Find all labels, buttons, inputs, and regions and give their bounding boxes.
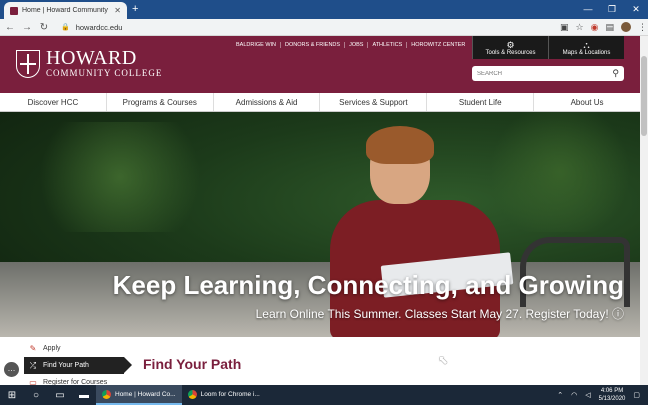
- shield-logo-icon: [16, 49, 40, 78]
- taskbar-app-chrome-howard[interactable]: Home | Howard Co...: [96, 385, 182, 405]
- notifications-icon[interactable]: ▢: [633, 391, 640, 399]
- page-scrollbar[interactable]: [640, 36, 648, 385]
- taskbar-app-label: Home | Howard Co...: [115, 390, 176, 398]
- panel-title: Find Your Path: [143, 356, 242, 372]
- hero-title: Keep Learning, Connecting, and Growing: [112, 270, 624, 300]
- hero-banner: Keep Learning, Connecting, and Growing L…: [0, 112, 640, 337]
- nav-item-student-life[interactable]: Student Life: [427, 93, 535, 111]
- college-logo[interactable]: HOWARD COMMUNITY COLLEGE: [16, 47, 163, 78]
- clock-date: 5/13/2020: [598, 396, 626, 402]
- utility-links: BALDRIGE WIN DONORS & FRIENDS JOBS ATHLE…: [232, 42, 469, 48]
- volume-icon[interactable]: ◁: [585, 391, 590, 399]
- scrollbar-thumb[interactable]: [641, 56, 647, 136]
- top-link[interactable]: DONORS & FRIENDS: [280, 42, 344, 48]
- maximize-button[interactable]: ❐: [600, 0, 624, 19]
- extension-icon[interactable]: ◉: [591, 22, 599, 33]
- top-link[interactable]: ATHLETICS: [367, 42, 406, 48]
- search-icon[interactable]: ⚲: [612, 68, 619, 79]
- tools-label: Tools & Resources: [485, 49, 536, 56]
- browser-toolbar: ← → ↻ 🔒 howardcc.edu ▣ ☆ ◉ ▤ ⋮: [0, 19, 648, 36]
- clock[interactable]: 4:06 PM 5/13/2020: [599, 387, 626, 403]
- address-bar[interactable]: 🔒 howardcc.edu: [57, 21, 552, 34]
- site-search: ⚲: [472, 66, 624, 81]
- chat-icon[interactable]: …: [4, 362, 19, 377]
- browser-extensions: ▣ ☆ ◉ ▤ ⋮: [560, 22, 647, 33]
- taskbar-app-loom[interactable]: Loom for Chrome i...: [182, 385, 266, 405]
- top-link[interactable]: JOBS: [344, 42, 367, 48]
- nav-item-admissions[interactable]: Admissions & Aid: [214, 93, 321, 111]
- window-controls: — ❐ ✕: [576, 0, 648, 19]
- windows-start-icon[interactable]: ⊞: [0, 390, 24, 401]
- file-explorer-icon[interactable]: ▬: [72, 390, 96, 401]
- system-tray: ⌃ ◠ ◁ 4:06 PM 5/13/2020 ▢: [557, 387, 648, 403]
- quick-links: ✎ Apply ⤮ Find Your Path ▭ Register for …: [24, 340, 124, 391]
- menu-dots-icon[interactable]: ⋮: [638, 22, 647, 33]
- nav-item-about[interactable]: About Us: [534, 93, 640, 111]
- mouse-cursor-icon: ⬉: [438, 353, 449, 367]
- task-view-icon[interactable]: ▭: [48, 390, 72, 401]
- chrome-icon: [187, 389, 197, 399]
- minimize-button[interactable]: —: [576, 0, 600, 19]
- top-link[interactable]: BALDRIGE WIN: [232, 42, 280, 48]
- search-icon[interactable]: ○: [24, 390, 48, 401]
- reload-icon[interactable]: ↻: [37, 22, 51, 33]
- logo-name: HOWARD: [46, 47, 137, 69]
- chrome-icon: [102, 389, 111, 399]
- edit-icon: ✎: [29, 344, 37, 353]
- maps-locations-button[interactable]: ⛬ Maps & Locations: [548, 36, 624, 59]
- camera-icon[interactable]: ▣: [560, 22, 569, 33]
- new-tab-button[interactable]: +: [132, 3, 138, 15]
- quick-link-label: Apply: [43, 345, 61, 352]
- search-input[interactable]: [477, 70, 597, 77]
- quick-link-find-path[interactable]: ⤮ Find Your Path: [24, 357, 124, 374]
- top-link[interactable]: HOROWITZ CENTER: [406, 42, 469, 48]
- quick-link-label: Find Your Path: [43, 362, 89, 369]
- show-hidden-icons-icon[interactable]: ⌃: [557, 391, 563, 399]
- profile-avatar[interactable]: [620, 22, 631, 32]
- site-favicon-icon: [10, 6, 18, 15]
- map-icon: ⛬: [583, 39, 590, 50]
- tools-resources-button[interactable]: ⚙ Tools & Resources: [472, 36, 548, 59]
- star-icon[interactable]: ☆: [576, 22, 584, 33]
- forward-arrow-icon[interactable]: →: [20, 22, 34, 33]
- site-header: HOWARD COMMUNITY COLLEGE BALDRIGE WIN DO…: [0, 36, 640, 93]
- hero-subtitle-link[interactable]: Learn Online This Summer. Classes Start …: [256, 305, 624, 322]
- close-window-button[interactable]: ✕: [624, 0, 648, 19]
- windows-taskbar: ⊞ ○ ▭ ▬ Home | Howard Co... Loom for Chr…: [0, 385, 648, 405]
- shuffle-icon: ⤮: [29, 360, 37, 370]
- taskbar-app-label: Loom for Chrome i...: [200, 390, 260, 398]
- active-indicator: [124, 357, 132, 373]
- back-arrow-icon[interactable]: ←: [3, 22, 17, 33]
- wifi-icon[interactable]: ◠: [571, 391, 577, 399]
- extension-icon[interactable]: ▤: [605, 22, 614, 33]
- gear-icon: ⚙: [506, 39, 515, 50]
- nav-item-programs[interactable]: Programs & Courses: [107, 93, 214, 111]
- address-url[interactable]: howardcc.edu: [76, 23, 123, 32]
- tools-menu: ⚙ Tools & Resources ⛬ Maps & Locations: [472, 36, 624, 59]
- quick-link-apply[interactable]: ✎ Apply: [24, 340, 124, 357]
- tab-title: Home | Howard Community Colle: [22, 7, 110, 14]
- tab-close-icon[interactable]: ✕: [114, 6, 121, 15]
- browser-tab-strip: Home | Howard Community Colle ✕ + — ❐ ✕: [0, 0, 648, 19]
- browser-tab[interactable]: Home | Howard Community Colle ✕: [4, 2, 127, 19]
- nav-item-services[interactable]: Services & Support: [320, 93, 428, 111]
- logo-subname: COMMUNITY COLLEGE: [46, 68, 163, 78]
- main-nav: Discover HCC Programs & Courses Admissio…: [0, 93, 640, 112]
- clock-time: 4:06 PM: [600, 388, 624, 394]
- nav-item-discover[interactable]: Discover HCC: [0, 93, 107, 111]
- lock-icon[interactable]: 🔒: [61, 23, 70, 31]
- maps-label: Maps & Locations: [562, 49, 611, 56]
